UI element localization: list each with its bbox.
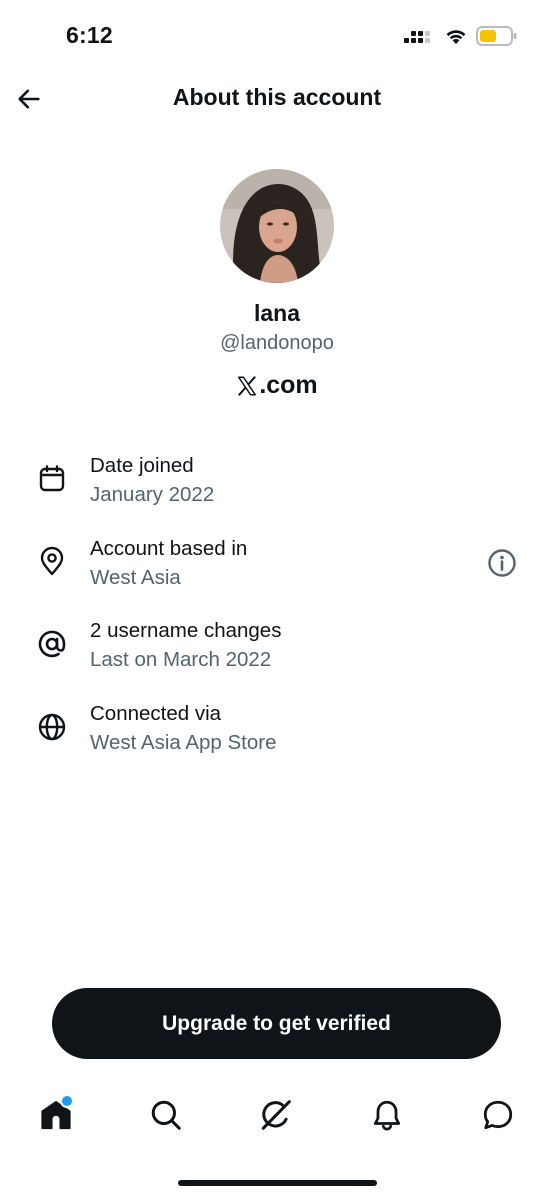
x-logo [238, 375, 257, 396]
connected-via-value: West Asia App Store [90, 731, 277, 754]
wifi-icon [446, 30, 466, 44]
upgrade-verified-button[interactable]: Upgrade to get verified [52, 988, 501, 1059]
user-handle: @landonopo [220, 332, 334, 354]
at-sign-icon [38, 630, 66, 658]
nav-grok[interactable] [258, 1097, 294, 1133]
notifications-bell-icon [373, 1100, 401, 1131]
username-changes-value: Last on March 2022 [90, 648, 272, 671]
account-based-in-label: Account based in [90, 537, 248, 560]
nav-search[interactable] [148, 1097, 184, 1133]
calendar-icon [39, 465, 65, 492]
platform-domain-text: .com [259, 371, 318, 399]
nav-messages[interactable] [480, 1097, 516, 1133]
battery-icon [476, 26, 517, 46]
page-title: About this account [172, 84, 382, 110]
date-joined-value: January 2022 [90, 483, 215, 506]
account-based-in-value: West Asia [90, 566, 181, 589]
status-time: 6:12 [66, 22, 113, 48]
grok-icon [261, 1100, 291, 1130]
cellular-signal-icon [404, 31, 430, 43]
display-name: lana [253, 300, 301, 326]
location-pin-icon [40, 546, 64, 576]
globe-icon [38, 713, 66, 741]
connected-via-label: Connected via [90, 702, 222, 725]
username-changes-label: 2 username changes [90, 619, 282, 642]
nav-notifications[interactable] [369, 1097, 405, 1133]
info-icon[interactable] [486, 547, 518, 579]
date-joined-label: Date joined [90, 454, 194, 477]
platform-domain: .com [0, 371, 554, 400]
avatar [220, 169, 334, 283]
messages-icon [483, 1100, 513, 1130]
notification-dot [60, 1094, 74, 1108]
search-icon [151, 1100, 181, 1130]
home-indicator [178, 1180, 377, 1186]
